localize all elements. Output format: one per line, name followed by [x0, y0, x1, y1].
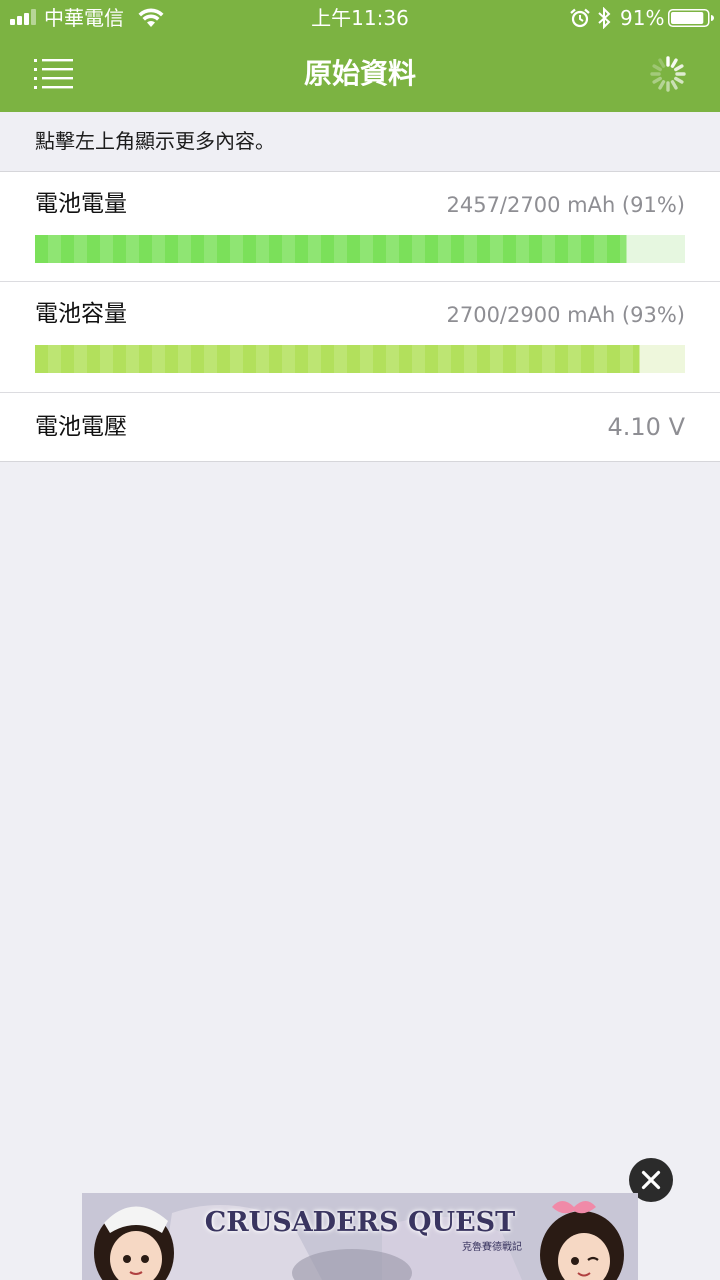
ad-subtitle: 克魯賽德戰記: [462, 1242, 522, 1253]
progress-fill: [35, 235, 627, 263]
battery-capacity-bar: [35, 345, 685, 373]
loading-spinner-icon: [650, 56, 686, 92]
app-header: 中華電信 上午11:36 91% 原始資料: [0, 0, 720, 112]
battery-capacity-value: 2700/2900 mAh (93%): [446, 303, 685, 327]
battery-voltage-value: 4.10 V: [607, 413, 685, 441]
battery-charge-row: 電池電量 2457/2700 mAh (91%): [0, 172, 720, 282]
battery-voltage-label: 電池電壓: [35, 414, 127, 440]
battery-percent: 91%: [620, 6, 665, 30]
battery-charge-label: 電池電量: [35, 191, 127, 217]
battery-voltage-row: 電池電壓 4.10 V: [0, 393, 720, 462]
ad-banner[interactable]: CRUSADERS QUEST 克魯賽德戰記: [82, 1193, 638, 1280]
battery-info-list: 電池電量 2457/2700 mAh (91%) 2700/2900 mAh (…: [0, 171, 720, 462]
ad-title: CRUSADERS QUEST: [204, 1207, 516, 1238]
battery-icon: [668, 9, 714, 27]
hint-text: 點擊左上角顯示更多內容。: [35, 129, 275, 153]
status-time: 上午11:36: [311, 6, 409, 30]
battery-charge-bar: [35, 235, 685, 263]
page-title: 原始資料: [303, 57, 416, 90]
alarm-icon: [570, 8, 590, 28]
bluetooth-icon: [598, 7, 611, 29]
battery-capacity-row: 2700/2900 mAh (93%) 電池容量: [0, 282, 720, 393]
nav-bar: 原始資料: [0, 36, 720, 112]
battery-capacity-label: 電池容量: [35, 301, 127, 327]
menu-list-icon[interactable]: [22, 50, 80, 94]
status-bar: 中華電信 上午11:36 91%: [0, 0, 720, 36]
battery-charge-value: 2457/2700 mAh (91%): [446, 193, 685, 217]
progress-fill: [35, 345, 640, 373]
